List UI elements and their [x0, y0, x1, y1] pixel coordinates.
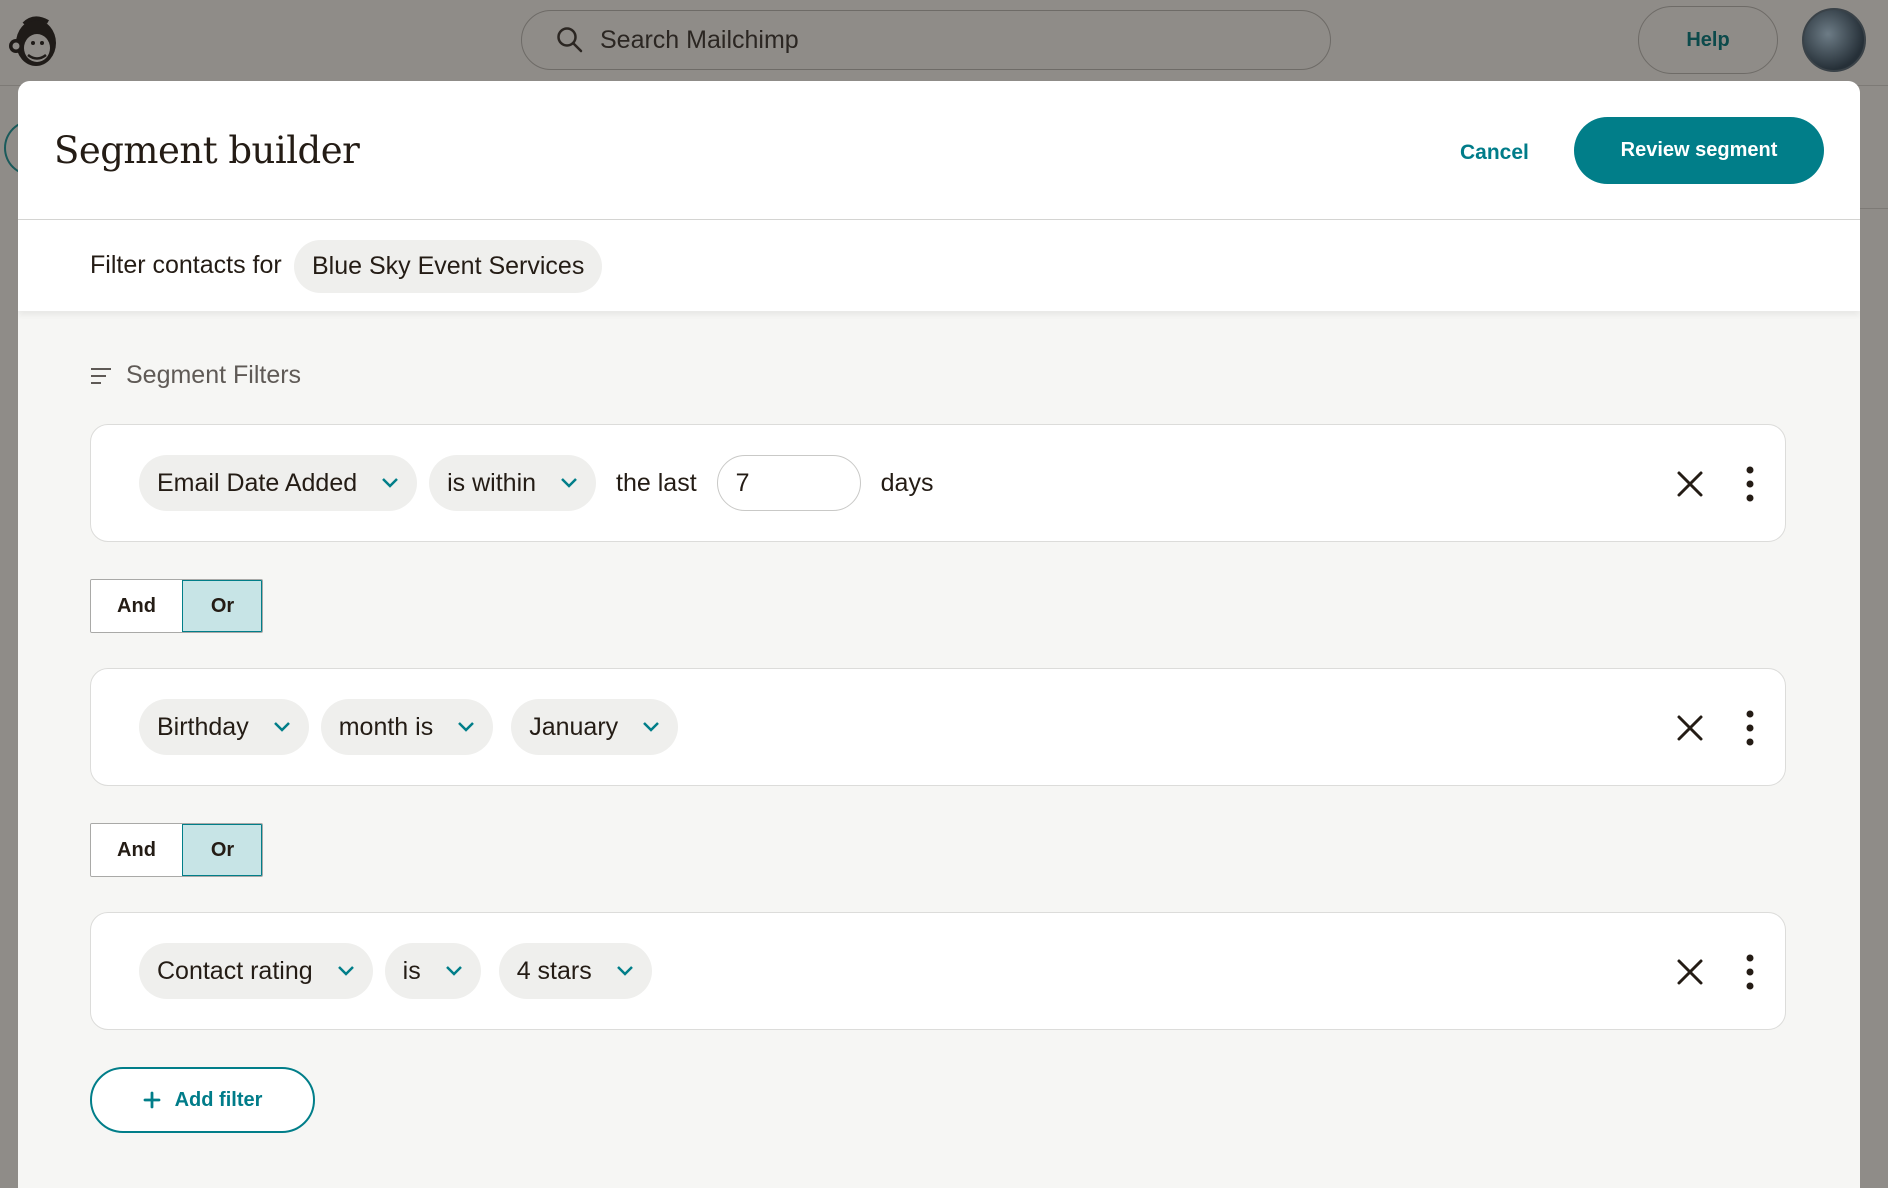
- value-dropdown[interactable]: 4 stars: [498, 943, 652, 999]
- field-dropdown[interactable]: Email Date Added: [139, 455, 418, 511]
- or-option[interactable]: Or: [182, 824, 262, 876]
- segment-filters-heading: Segment Filters: [90, 361, 301, 390]
- filter-row: Contact rating is 4 stars: [90, 912, 1786, 1030]
- page-title: Segment builder: [54, 129, 360, 172]
- chevron-down-icon: [458, 722, 475, 732]
- filter-row: Email Date Added is within the last 7 da…: [90, 424, 1786, 542]
- audience-chip[interactable]: Blue Sky Event Services: [294, 240, 603, 293]
- more-vertical-icon[interactable]: [1743, 465, 1757, 503]
- and-option[interactable]: And: [91, 824, 182, 876]
- field-dropdown-label: Birthday: [157, 712, 249, 741]
- audience-filter-bar: Filter contacts for Blue Sky Event Servi…: [18, 220, 1860, 311]
- field-dropdown-label: Contact rating: [157, 956, 313, 985]
- operator-dropdown-label: is within: [447, 468, 537, 497]
- value-dropdown-label: 4 stars: [516, 956, 592, 985]
- and-option[interactable]: And: [91, 580, 182, 632]
- cancel-button[interactable]: Cancel: [1460, 141, 1529, 165]
- chevron-down-icon: [337, 966, 354, 976]
- add-filter-label: Add filter: [174, 1088, 263, 1111]
- logic-toggle: And Or: [90, 823, 263, 877]
- operator-dropdown[interactable]: is within: [429, 455, 597, 511]
- global-search[interactable]: Search Mailchimp: [521, 10, 1331, 70]
- more-vertical-icon[interactable]: [1743, 709, 1757, 747]
- operator-dropdown[interactable]: is: [384, 943, 481, 999]
- chevron-down-icon: [445, 966, 462, 976]
- field-dropdown-label: Email Date Added: [157, 468, 358, 497]
- plus-icon: [143, 1091, 161, 1109]
- chevron-down-icon: [273, 722, 290, 732]
- close-icon[interactable]: [1673, 711, 1707, 745]
- add-filter-button[interactable]: Add filter: [90, 1067, 315, 1133]
- filter-row: Birthday month is January: [90, 668, 1786, 786]
- review-segment-button[interactable]: Review segment: [1574, 117, 1824, 184]
- modal-header: Segment builder Cancel Review segment: [18, 81, 1860, 220]
- value-dropdown-label: January: [529, 712, 619, 741]
- chevron-down-icon: [382, 478, 399, 488]
- search-icon: [557, 27, 583, 53]
- segment-builder-modal: Segment builder Cancel Review segment Fi…: [18, 81, 1860, 1188]
- or-option[interactable]: Or: [182, 580, 262, 632]
- value-dropdown[interactable]: January: [511, 699, 679, 755]
- operator-dropdown-label: month is: [338, 712, 434, 741]
- days-label: days: [880, 468, 934, 497]
- the-last-label: the last: [616, 468, 697, 497]
- close-icon[interactable]: [1673, 467, 1707, 501]
- days-value-input[interactable]: 7: [716, 455, 861, 511]
- filter-lines-icon: [91, 367, 111, 384]
- close-icon[interactable]: [1673, 955, 1707, 989]
- app-header: Search Mailchimp Help: [0, 0, 1888, 86]
- operator-dropdown-label: is: [402, 956, 421, 985]
- field-dropdown[interactable]: Contact rating: [139, 943, 373, 999]
- background-divider: [1860, 208, 1888, 209]
- filter-contacts-label: Filter contacts for: [90, 251, 282, 279]
- mailchimp-logo-icon[interactable]: [6, 10, 64, 72]
- avatar[interactable]: [1802, 8, 1866, 72]
- chevron-down-icon: [561, 478, 577, 488]
- help-button[interactable]: Help: [1638, 6, 1778, 74]
- search-placeholder: Search Mailchimp: [600, 25, 799, 54]
- segment-filters-label: Segment Filters: [126, 361, 302, 389]
- operator-dropdown[interactable]: month is: [320, 699, 494, 755]
- chevron-down-icon: [643, 722, 660, 732]
- field-dropdown[interactable]: Birthday: [139, 699, 309, 755]
- more-vertical-icon[interactable]: [1743, 953, 1757, 991]
- chevron-down-icon: [616, 966, 633, 976]
- logic-toggle: And Or: [90, 579, 263, 633]
